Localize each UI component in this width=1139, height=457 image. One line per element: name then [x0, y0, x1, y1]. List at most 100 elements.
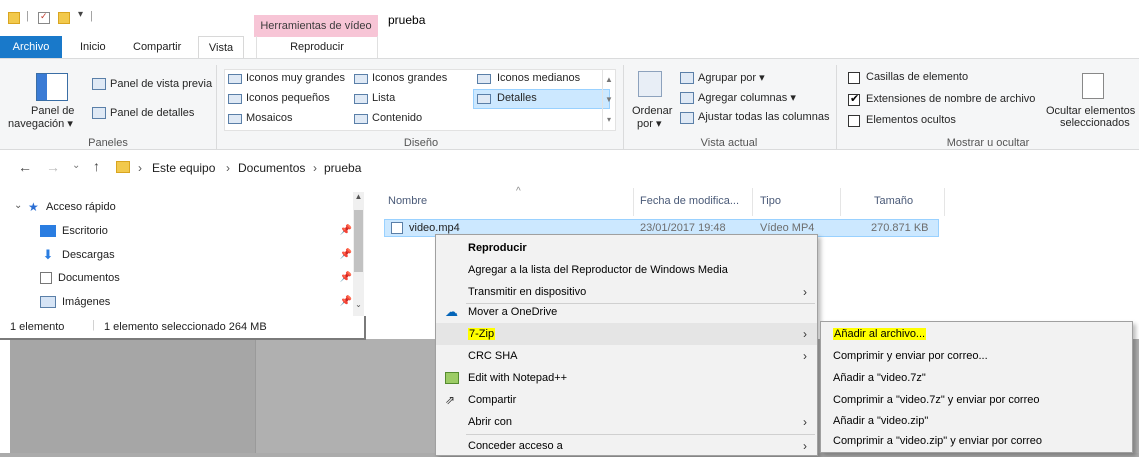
navigation-pane-label-2[interactable]: navegación ▾	[8, 117, 73, 130]
notepad-plus-plus-icon	[445, 372, 459, 384]
menu-item-label: Mover a OneDrive	[468, 306, 558, 318]
layout-tiles[interactable]: Mosaicos	[246, 112, 292, 124]
hide-selected-label[interactable]: Ocultar elementos	[1046, 105, 1135, 117]
add-columns-button[interactable]: Agregar columnas ▾	[698, 91, 796, 104]
hidden-items-checkbox[interactable]	[848, 115, 860, 127]
details-pane-icon	[92, 107, 106, 119]
tab-reproducir[interactable]: Reproducir	[256, 36, 378, 58]
add-columns-icon	[680, 92, 694, 104]
preview-pane-button[interactable]: Panel de vista previa	[110, 78, 212, 90]
tab-archivo[interactable]: Archivo	[0, 36, 62, 58]
submenu-item-comprimir-enviar[interactable]: Comprimir y enviar por correo...	[821, 345, 1132, 367]
layout-small-icons[interactable]: Iconos pequeños	[246, 92, 330, 104]
menu-item-compartir[interactable]: ⇗ Compartir	[436, 389, 817, 411]
menu-item-crc-sha[interactable]: CRC SHA ›	[436, 345, 817, 367]
menu-item-7zip[interactable]: 7-Zip ›	[436, 323, 817, 345]
column-divider[interactable]	[752, 188, 753, 216]
layout-list[interactable]: Lista	[372, 92, 395, 104]
chevron-right-icon: ›	[803, 415, 807, 429]
menu-item-abrir-con[interactable]: Abrir con ›	[436, 411, 817, 433]
menu-item-conceder-acceso[interactable]: Conceder acceso a ›	[436, 435, 817, 457]
hide-selected-label-2[interactable]: seleccionados	[1060, 117, 1130, 129]
fit-columns-icon	[680, 112, 694, 124]
navigation-pane-icon[interactable]	[36, 73, 68, 101]
up-arrow-icon[interactable]: ↑	[93, 158, 100, 174]
layout-extra-large-icons[interactable]: Iconos muy grandes	[246, 72, 345, 84]
nav-item-documentos[interactable]: Documentos 📌	[40, 268, 352, 288]
layout-details[interactable]: Detalles	[497, 92, 537, 104]
hide-selected-icon[interactable]	[1082, 73, 1104, 99]
column-divider[interactable]	[944, 188, 945, 216]
qa-dropdown-icon[interactable]: ▾	[78, 9, 83, 20]
nav-item-descargas[interactable]: ⬇ Descargas 📌	[40, 245, 352, 265]
submenu-item-comprimir-7z-enviar[interactable]: Comprimir a "video.7z" y enviar por corr…	[821, 389, 1132, 411]
download-icon: ⬇	[42, 247, 54, 263]
navigation-pane-label[interactable]: Panel de	[31, 105, 74, 117]
tab-compartir[interactable]: Compartir	[125, 36, 189, 58]
group-by-button[interactable]: Agrupar por ▾	[698, 71, 765, 84]
nav-quick-access[interactable]: Acceso rápido	[46, 201, 116, 213]
properties-icon[interactable]: ✓	[38, 11, 50, 24]
recent-dropdown-icon[interactable]: ⌄	[72, 160, 80, 171]
file-type: Vídeo MP4	[760, 222, 815, 234]
fit-columns-button[interactable]: Ajustar todas las columnas	[698, 111, 829, 123]
details-icon	[477, 94, 491, 104]
group-by-icon	[680, 72, 694, 84]
submenu-item-comprimir-zip-enviar[interactable]: Comprimir a "video.zip" y enviar por cor…	[821, 430, 1132, 452]
expand-chevron-icon[interactable]: ⌄	[14, 200, 22, 211]
details-pane-button[interactable]: Panel de detalles	[110, 107, 194, 119]
sort-by-label[interactable]: Ordenar	[632, 105, 672, 117]
sort-by-label-2[interactable]: por ▾	[637, 117, 661, 130]
nav-item-label: Escritorio	[62, 225, 108, 237]
video-file-icon	[391, 222, 403, 234]
gallery-scroll[interactable]: ▲ ▼ ▾	[602, 70, 615, 130]
onedrive-cloud-icon: ☁	[445, 304, 458, 319]
ribbon: Panel de navegación ▾ Panel de vista pre…	[0, 58, 1139, 150]
back-arrow-icon[interactable]: ←	[18, 159, 32, 175]
forward-arrow-icon[interactable]: →	[46, 159, 60, 175]
nav-scrollbar[interactable]: ▲ ⌄	[353, 192, 364, 316]
window-edge	[0, 339, 10, 453]
tab-inicio[interactable]: Inicio	[72, 36, 114, 58]
nav-item-imagenes[interactable]: Imágenes 📌	[40, 292, 352, 312]
column-divider[interactable]	[840, 188, 841, 216]
menu-item-label: Comprimir a "video.7z" y enviar por corr…	[833, 394, 1040, 406]
layout-large-icons[interactable]: Iconos grandes	[372, 72, 447, 84]
file-date: 23/01/2017 19:48	[640, 222, 726, 234]
breadcrumb-documentos[interactable]: Documentos	[238, 161, 305, 175]
nav-item-label: Imágenes	[62, 296, 111, 308]
tab-vista[interactable]: Vista	[198, 36, 244, 58]
menu-item-agregar-lista[interactable]: Agregar a la lista del Reproductor de Wi…	[436, 259, 817, 281]
submenu-item-anadir-archivo[interactable]: Añadir al archivo...	[821, 323, 1132, 345]
breadcrumb-separator: ›	[313, 161, 317, 175]
submenu-item-anadir-zip[interactable]: Añadir a "video.zip"	[821, 410, 1132, 432]
layout-medium-icons[interactable]: Iconos medianos	[497, 72, 580, 84]
menu-item-transmitir[interactable]: Transmitir en dispositivo ›	[436, 281, 817, 303]
menu-item-mover-onedrive[interactable]: ☁ Mover a OneDrive	[436, 301, 817, 323]
submenu-7zip: Añadir al archivo... Comprimir y enviar …	[820, 321, 1133, 453]
folder-icon	[8, 12, 20, 24]
extensions-checkbox[interactable]: ✔	[848, 93, 860, 106]
column-divider[interactable]	[633, 188, 634, 216]
breadcrumb-este-equipo[interactable]: Este equipo	[152, 161, 215, 175]
breadcrumb-prueba[interactable]: prueba	[324, 161, 361, 175]
column-header-tamano[interactable]: Tamaño	[874, 195, 913, 207]
status-selection: 1 elemento seleccionado 264 MB	[104, 321, 267, 333]
item-checkboxes-label: Casillas de elemento	[866, 71, 969, 83]
menu-item-label: Agregar a la lista del Reproductor de Wi…	[468, 264, 728, 276]
sort-by-icon[interactable]	[638, 71, 662, 97]
submenu-item-anadir-7z[interactable]: Añadir a "video.7z"	[821, 367, 1132, 389]
column-header-nombre[interactable]: Nombre	[388, 195, 427, 207]
menu-item-notepadpp[interactable]: Edit with Notepad++	[436, 367, 817, 389]
group-label-diseno: Diseño	[403, 137, 439, 149]
column-header-fecha[interactable]: Fecha de modifica...	[640, 195, 739, 207]
new-folder-icon[interactable]	[58, 12, 70, 24]
menu-item-reproducir[interactable]: Reproducir	[436, 237, 817, 259]
pin-icon: 📌	[339, 296, 352, 307]
item-checkboxes-checkbox[interactable]	[848, 72, 860, 84]
nav-item-escritorio[interactable]: Escritorio 📌	[40, 221, 352, 241]
menu-item-label: Transmitir en dispositivo	[468, 286, 587, 298]
layout-content[interactable]: Contenido	[372, 112, 422, 124]
column-header-tipo[interactable]: Tipo	[760, 195, 781, 207]
tiles-icon	[228, 114, 242, 124]
